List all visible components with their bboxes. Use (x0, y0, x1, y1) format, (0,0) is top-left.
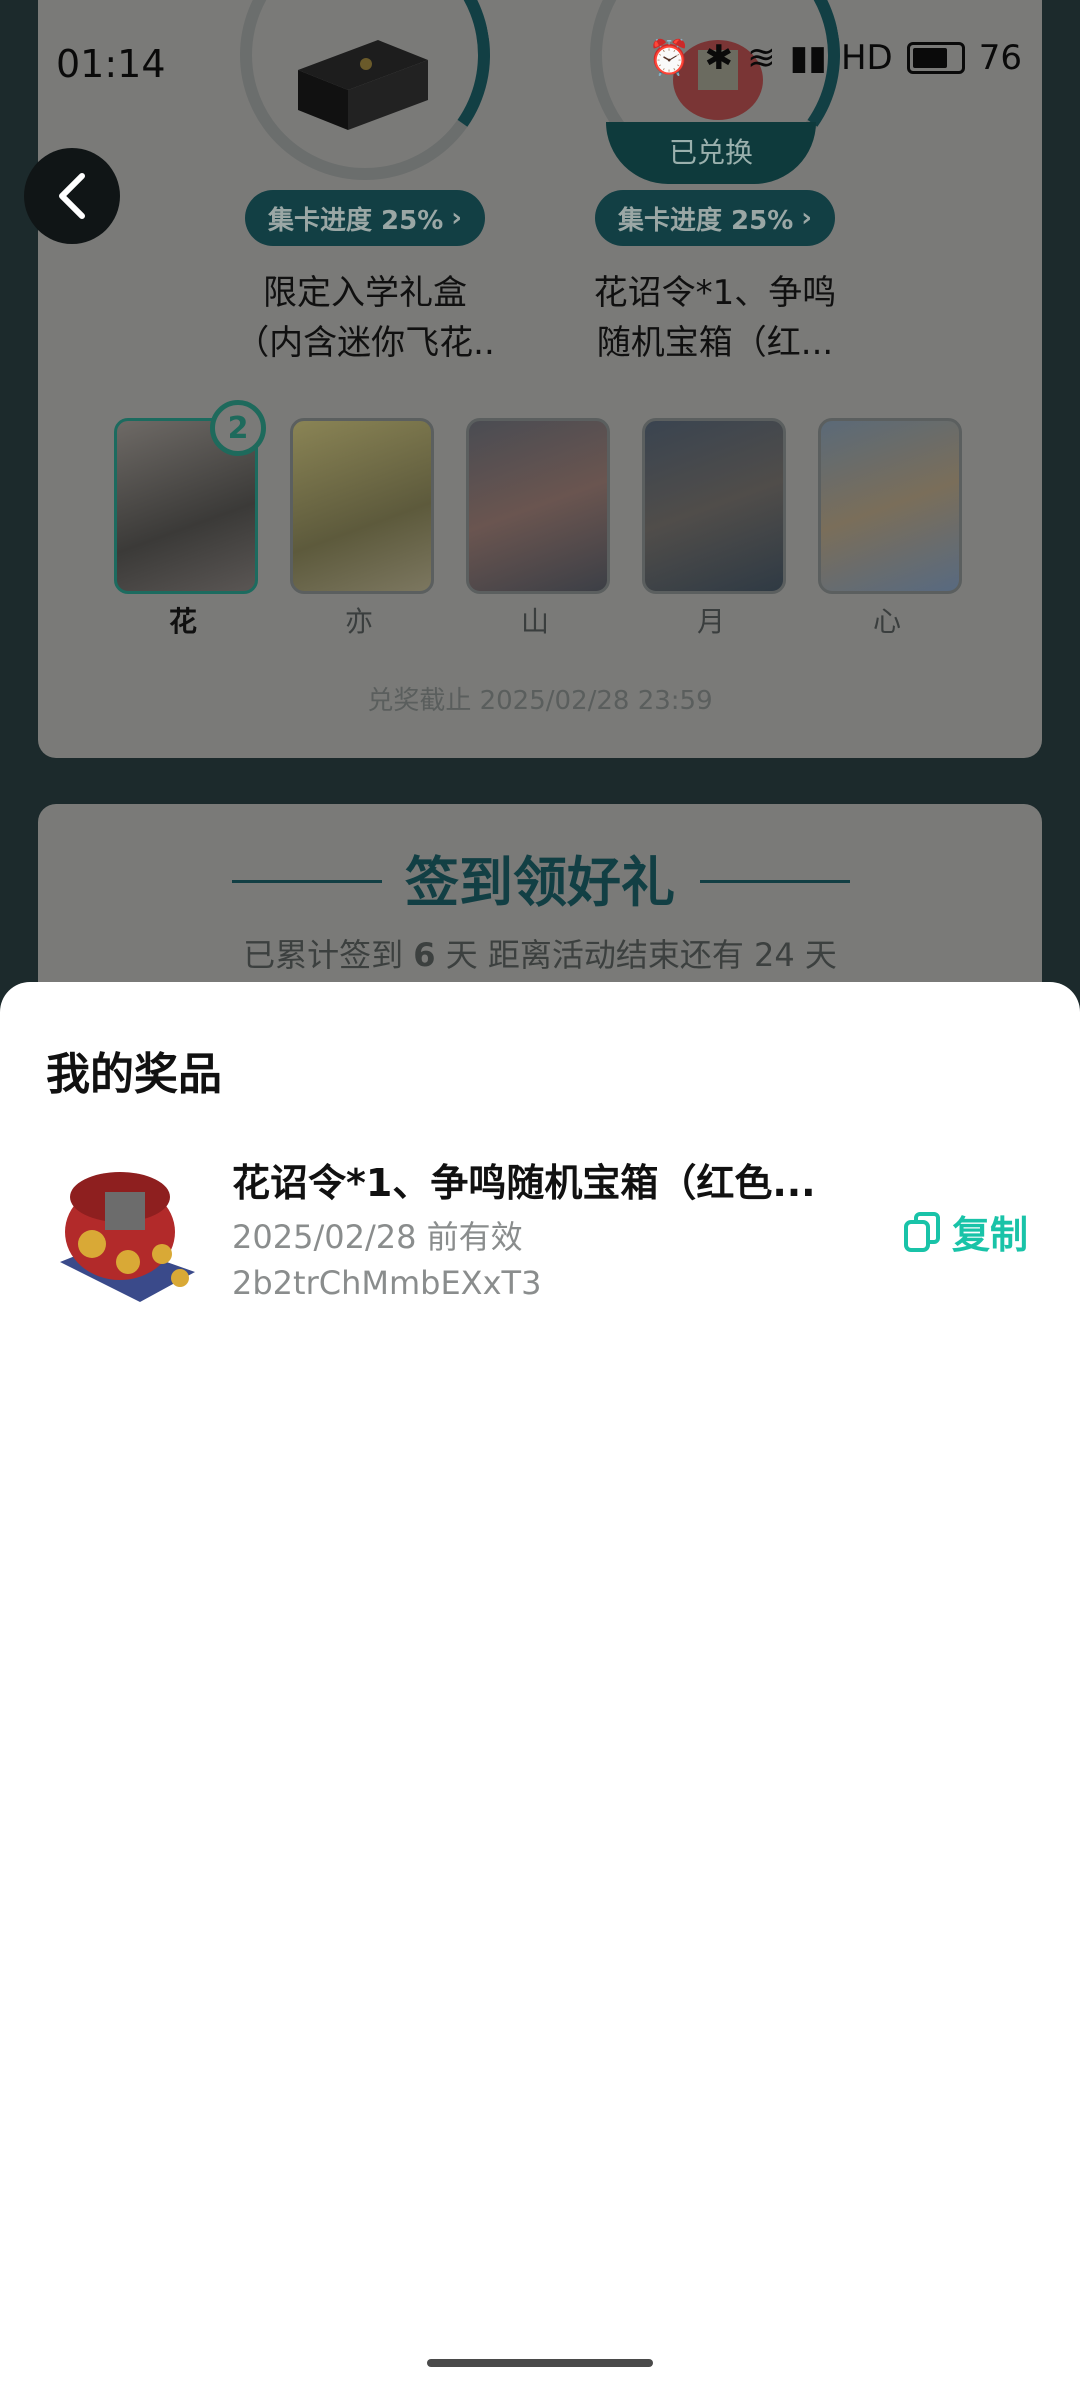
copy-button[interactable]: 复制 (902, 1204, 1028, 1259)
prize-item-title: 花诏令*1、争鸣随机宝箱（红色... (232, 1161, 816, 1205)
chevron-right-icon: › (451, 203, 462, 233)
treasure-chest-thumbnail (50, 1152, 202, 1304)
chevron-right-icon: › (801, 203, 812, 233)
card-thumb-shan[interactable] (466, 418, 610, 594)
chevron-left-icon (59, 173, 85, 219)
progress-label: 集卡进度 25% (267, 205, 444, 236)
bluetooth-icon: ✱ (704, 38, 734, 78)
signal-icon: ▮▮ (789, 38, 827, 78)
copy-label: 复制 (952, 1213, 1029, 1257)
progress-pill-2[interactable]: 集卡进度 25% › (595, 190, 835, 246)
back-button[interactable] (24, 148, 120, 244)
copy-icon (904, 1211, 940, 1252)
prize-name-line: （内含迷你飞花.. (235, 323, 495, 363)
status-bar: 01:14 ⏰ ✱ ≋ ▮▮ HD 76 (0, 0, 1080, 125)
prize-name-1: 限定入学礼盒 （内含迷你飞花.. (200, 268, 530, 368)
battery-level: 76 (978, 38, 1022, 78)
card-thumb-yi[interactable] (290, 418, 434, 594)
status-icons: ⏰ ✱ ≋ ▮▮ HD 76 (648, 38, 1022, 78)
status-time: 01:14 (56, 42, 166, 86)
exchanged-banner: 已兑换 (606, 122, 816, 184)
checkin-subtitle: 已累计签到 6 天 距离活动结束还有 24 天 (38, 930, 1042, 976)
checkin-title: 签到领好礼 (405, 851, 675, 914)
progress-pill-1[interactable]: 集卡进度 25% › (245, 190, 485, 246)
exchange-deadline: 兑奖截止 2025/02/28 23:59 (367, 686, 713, 716)
card-count-badge: 2 (210, 400, 266, 456)
progress-label: 集卡进度 25% (617, 205, 794, 236)
card-thumb-yue[interactable] (642, 418, 786, 594)
home-indicator[interactable] (427, 2359, 653, 2367)
hd-label: HD (840, 38, 893, 78)
card-label-xin: 心 (872, 605, 901, 638)
checkin-sub-prefix: 已累计签到 (243, 936, 404, 974)
prize-name-line: 限定入学礼盒 (263, 273, 467, 313)
card-label-yi: 亦 (344, 605, 373, 638)
checkin-sub-suffix: 天 距离活动结束还有 24 天 (445, 936, 837, 974)
sheet-title: 我的奖品 (46, 1049, 222, 1100)
wifi-icon: ≋ (747, 38, 776, 78)
card-label-shan: 山 (520, 605, 549, 638)
prize-redeem-code: 2b2trChMmbEXxT3 (232, 1264, 542, 1302)
prize-name-2: 花诏令*1、争鸣 随机宝箱（红... (550, 268, 880, 368)
card-label-hua: 花 (168, 605, 197, 638)
card-thumb-xin[interactable] (818, 418, 962, 594)
prize-name-line: 随机宝箱（红... (596, 323, 834, 363)
card-label-yue: 月 (696, 605, 725, 638)
prize-valid-until: 2025/02/28 前有效 (232, 1218, 523, 1256)
battery-icon (906, 42, 965, 74)
my-prizes-sheet: 我的奖品 花诏令*1、争鸣随机宝箱（红色... 2025/02/28 前有效 2… (0, 982, 1080, 2400)
prize-name-line: 花诏令*1、争鸣 (593, 273, 837, 313)
checkin-days: 6 (413, 936, 436, 974)
alarm-icon: ⏰ (648, 38, 691, 78)
